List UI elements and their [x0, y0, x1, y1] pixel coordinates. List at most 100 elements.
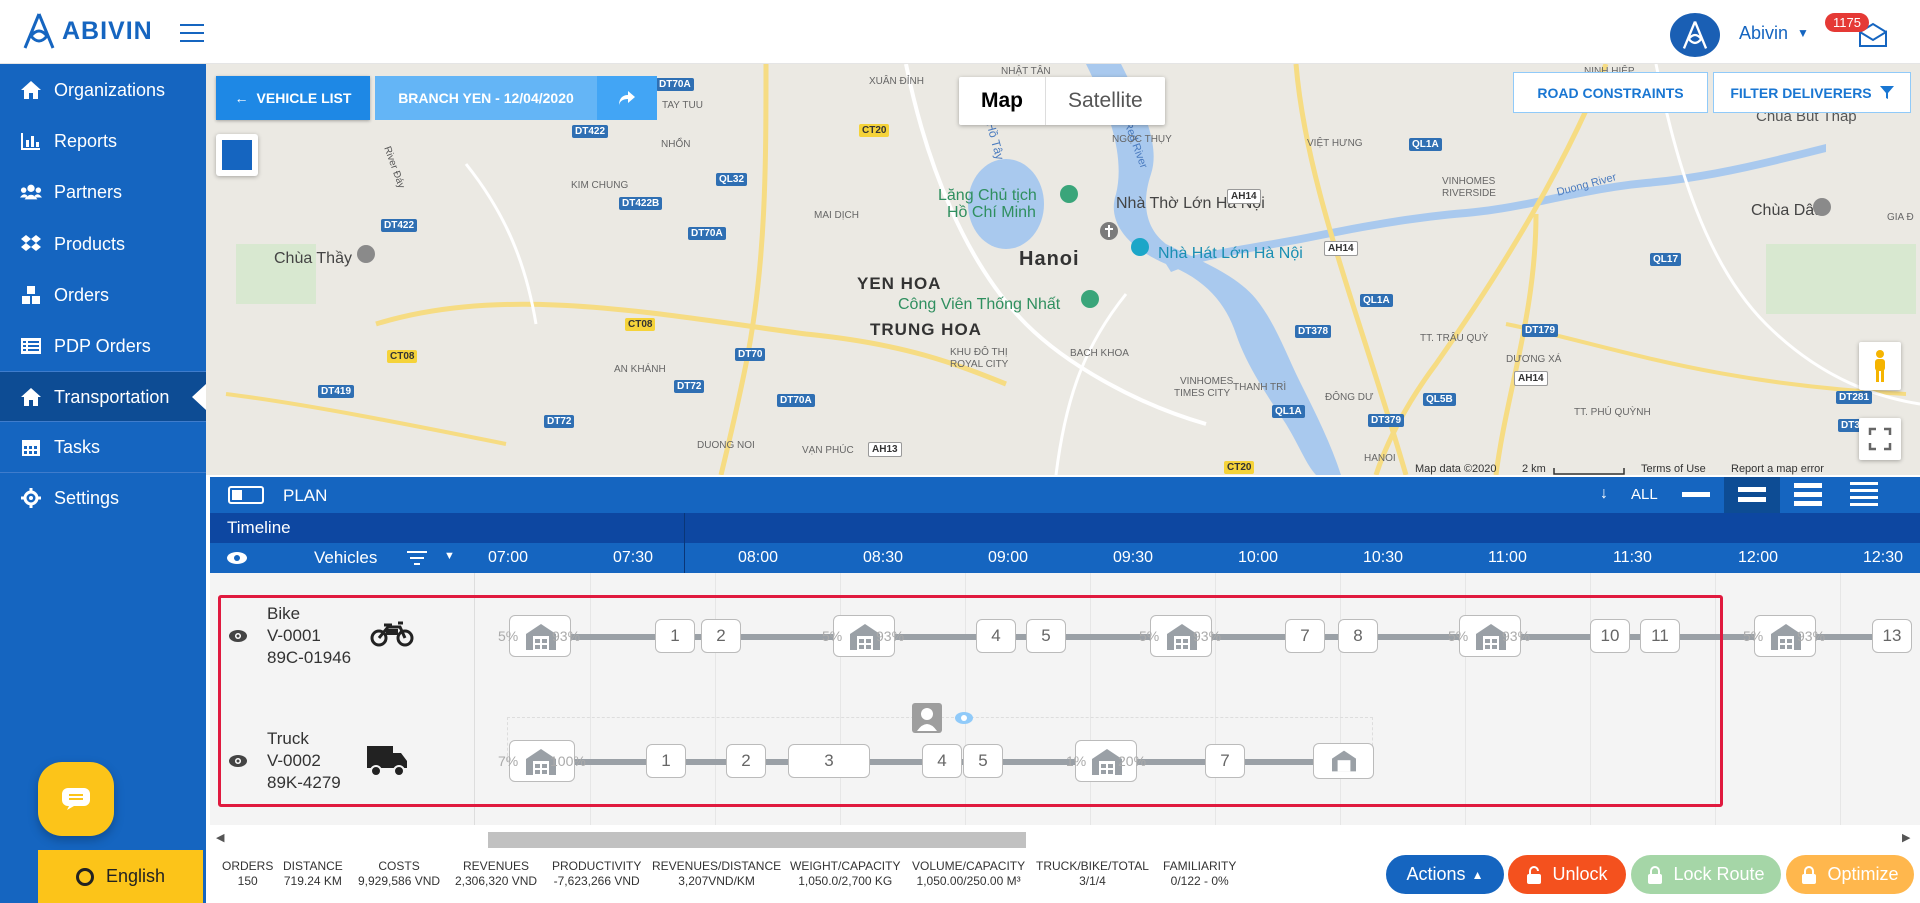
- fullscreen-button[interactable]: [1859, 418, 1901, 460]
- plan-toggle-switch[interactable]: [228, 486, 264, 504]
- lock-icon: [1648, 865, 1663, 884]
- sort-icon[interactable]: [407, 551, 427, 565]
- route-color-picker[interactable]: [216, 134, 258, 176]
- selected-routes-highlight: [218, 595, 1723, 807]
- stat-value: 0/122 - 0%: [1170, 874, 1229, 888]
- scroll-right-icon[interactable]: ▶: [1902, 831, 1910, 844]
- map-place-label: DUONG NOI: [697, 440, 755, 451]
- map-scale: 2 km: [1522, 463, 1546, 475]
- map-type-map[interactable]: Map: [959, 77, 1046, 125]
- truck-icon: [20, 386, 42, 408]
- filter-deliverers-label: FILTER DELIVERERS: [1730, 84, 1872, 101]
- vehicle-list-button[interactable]: ← VEHICLE LIST: [216, 76, 370, 120]
- sidebar-item-orders[interactable]: Orders: [0, 270, 206, 320]
- sidebar-item-transportation[interactable]: Transportation: [0, 372, 206, 422]
- chevron-down-icon[interactable]: ▼: [444, 550, 455, 562]
- plan-all-filter[interactable]: ALL: [1631, 486, 1658, 503]
- density-minimal-button[interactable]: [1668, 477, 1724, 513]
- menu-toggle-icon[interactable]: [180, 24, 204, 42]
- map-place-label: Chùa Thầy: [274, 250, 352, 267]
- density-expanded-button[interactable]: [1836, 477, 1892, 513]
- map-place-label: YEN HOA: [857, 274, 942, 293]
- avatar[interactable]: [1670, 13, 1720, 57]
- dropbox-icon: [20, 233, 42, 255]
- stat-truck-bike-total: TRUCK/BIKE/TOTAL 3/1/4: [1036, 859, 1149, 889]
- user-name[interactable]: Abivin: [1739, 23, 1788, 44]
- sidebar-item-reports[interactable]: Reports: [0, 116, 206, 166]
- sidebar-item-tasks[interactable]: Tasks: [0, 422, 206, 472]
- road-tag: AH13: [868, 442, 902, 457]
- map-place-label: HANOI: [1364, 453, 1396, 464]
- stat-label: REVENUES/DISTANCE: [652, 859, 782, 873]
- unlock-button[interactable]: Unlock: [1508, 855, 1626, 894]
- language-label: English: [105, 866, 166, 886]
- report-map-error-link[interactable]: Report a map error: [1731, 463, 1824, 475]
- language-button[interactable]: English: [38, 850, 203, 903]
- lock-route-label: Lock Route: [1673, 864, 1765, 884]
- abivin-avatar-icon: [1682, 21, 1708, 49]
- brand-logo[interactable]: ABIVIN: [22, 12, 153, 50]
- delivery-stop[interactable]: 13: [1872, 619, 1912, 653]
- filter-deliverers-button[interactable]: FILTER DELIVERERS: [1713, 72, 1911, 113]
- bar-chart-icon: [20, 130, 42, 152]
- sidebar-item-pdp-orders[interactable]: PDP Orders: [0, 321, 206, 371]
- grid-line: [1840, 573, 1841, 825]
- scrollbar-thumb[interactable]: [488, 832, 1026, 848]
- stat-revenues: REVENUES 2,306,320 VND: [455, 859, 537, 889]
- gear-icon: [20, 487, 42, 509]
- stat-value: 2,306,320 VND: [455, 874, 538, 888]
- sidebar-item-organizations[interactable]: Organizations: [0, 65, 206, 115]
- stat-productivity: PRODUCTIVITY -7,623,266 VND: [552, 859, 641, 889]
- stat-value: 9,929,586 VND: [358, 874, 441, 888]
- lock-route-button[interactable]: Lock Route: [1631, 855, 1781, 894]
- map-place-label: VẠN PHÚC: [802, 445, 854, 456]
- road-tag: AH14: [1324, 241, 1358, 256]
- stat-distance: DISTANCE 719.24 KM: [283, 859, 343, 889]
- depot-stop[interactable]: 5% 93%: [1743, 615, 1825, 657]
- filter-icon: [1879, 85, 1894, 99]
- map-type-satellite[interactable]: Satellite: [1046, 77, 1165, 125]
- eye-icon[interactable]: [226, 551, 248, 565]
- sidebar-item-label: Organizations: [54, 79, 166, 100]
- density-normal-button[interactable]: [1780, 477, 1836, 513]
- horizontal-scrollbar[interactable]: ◀ ▶: [210, 828, 1920, 852]
- map-place-label: TRUNG HOA: [870, 320, 982, 339]
- street-view-pegman[interactable]: [1859, 342, 1901, 390]
- road-tag: DT72: [674, 380, 705, 393]
- sidebar-item-label: Partners: [54, 181, 123, 202]
- cubes-icon: [20, 284, 42, 306]
- home-icon: [20, 79, 42, 101]
- map-data-credit: Map data ©2020: [1415, 463, 1497, 475]
- stat-revenues-distance: REVENUES/DISTANCE 3,207VND/KM: [652, 859, 781, 889]
- time-axis-row: Vehicles ▼ 07:00 07:30 08:00 08:30 09:00…: [210, 543, 1920, 573]
- time-tick: 10:00: [1238, 549, 1279, 566]
- branch-date-button[interactable]: BRANCH YEN - 12/04/2020: [375, 76, 597, 120]
- actions-button[interactable]: Actions ▲: [1386, 855, 1504, 894]
- map-place-label: ĐÔNG DƯ: [1325, 392, 1374, 403]
- single-line-icon: [1682, 492, 1710, 497]
- road-tag: DT179: [1522, 324, 1559, 337]
- sidebar-item-partners[interactable]: Partners: [0, 167, 206, 217]
- stat-costs: COSTS 9,929,586 VND: [358, 859, 440, 889]
- road-tag: DT281: [1836, 391, 1873, 404]
- terms-link[interactable]: Terms of Use: [1641, 463, 1706, 475]
- map-type-toggle: Map Satellite: [959, 77, 1165, 125]
- density-compact-button[interactable]: [1724, 477, 1780, 513]
- arrow-down-icon[interactable]: ↓: [1600, 485, 1608, 503]
- sidebar-item-settings[interactable]: Settings: [0, 473, 206, 523]
- time-tick: 11:00: [1488, 549, 1527, 566]
- list-icon: [20, 335, 42, 357]
- road-tag: CT08: [625, 318, 656, 331]
- map-place-label: THANH TRÌ: [1233, 382, 1287, 393]
- road-constraints-button[interactable]: ROAD CONSTRAINTS: [1513, 72, 1708, 113]
- chat-button[interactable]: [38, 762, 114, 836]
- map-place-label: KIM CHUNG: [571, 180, 629, 191]
- sidebar-item-products[interactable]: Products: [0, 219, 206, 269]
- chevron-down-icon[interactable]: ▼: [1797, 26, 1809, 40]
- share-button[interactable]: [597, 76, 657, 120]
- sidebar-item-label: Products: [54, 233, 126, 254]
- optimize-button[interactable]: Optimize: [1786, 855, 1914, 894]
- scroll-left-icon[interactable]: ◀: [216, 831, 224, 844]
- stat-value: 1,050.00/250.00 M³: [916, 874, 1021, 888]
- map-view[interactable]: Hanoi YEN HOA TRUNG HOA Lăng Chủ tịch Hồ…: [206, 64, 1920, 475]
